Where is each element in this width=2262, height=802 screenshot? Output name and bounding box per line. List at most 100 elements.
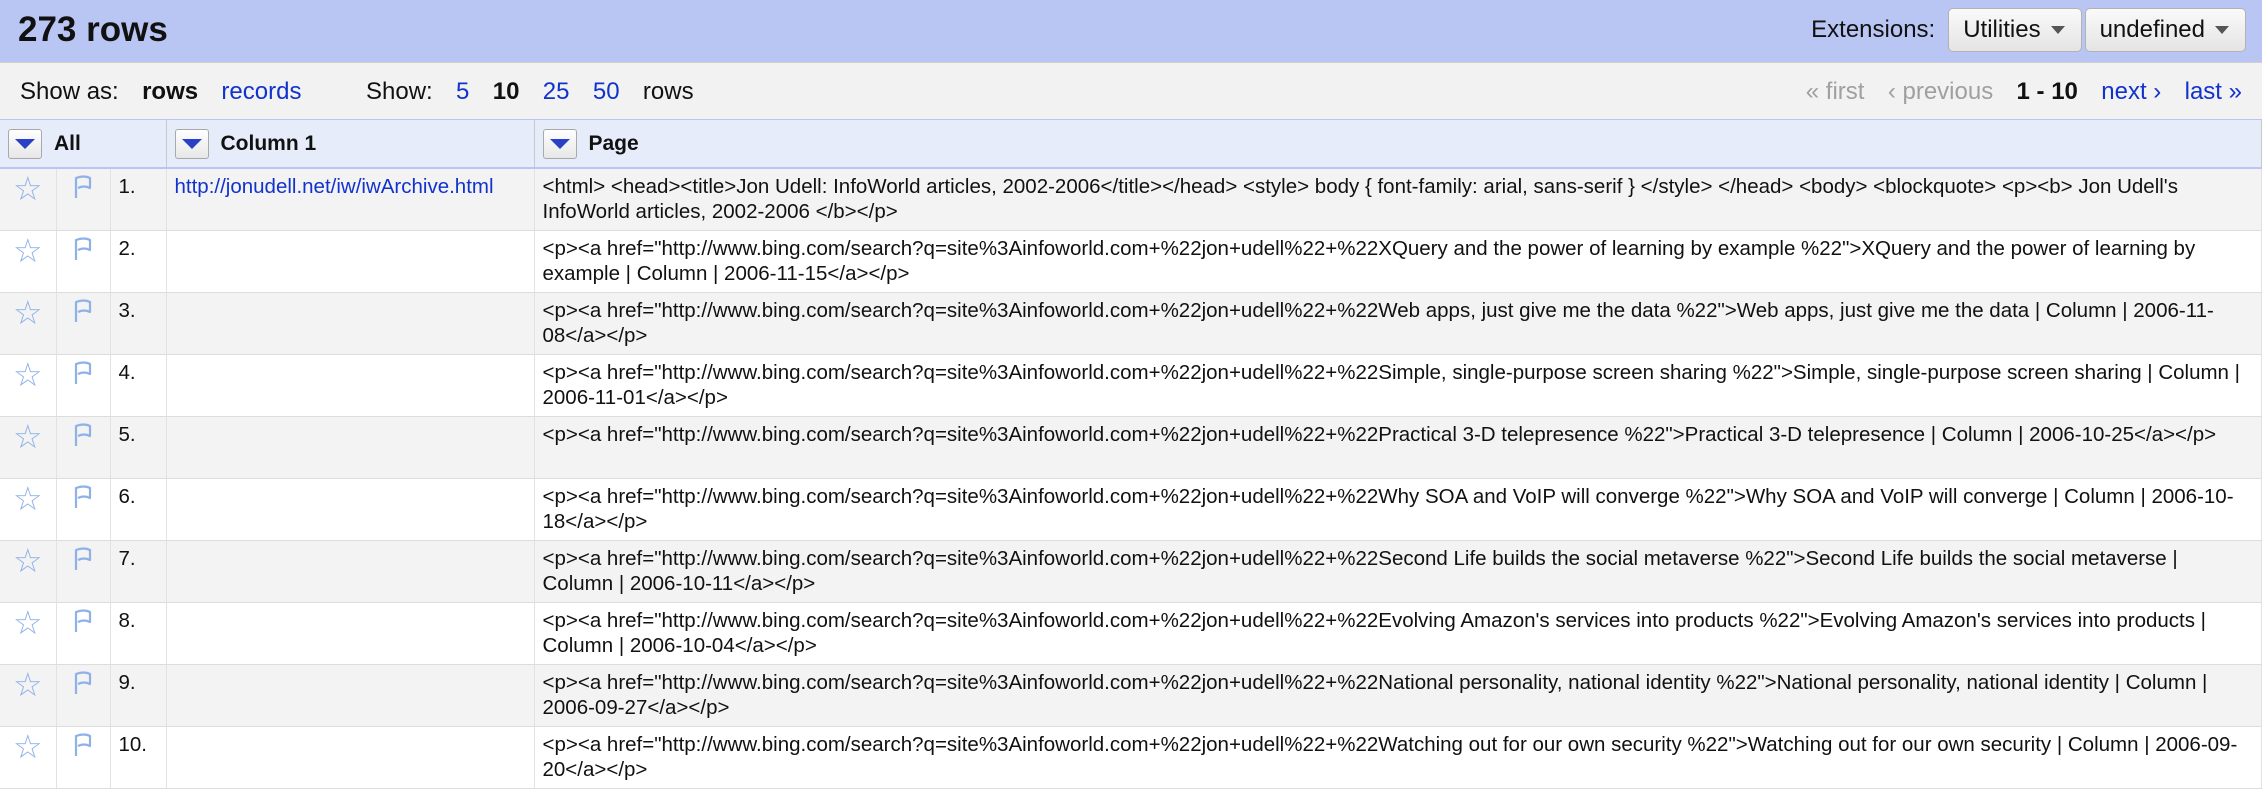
page-size-10-option[interactable]: 10	[493, 78, 520, 105]
column-1-cell[interactable]: http://jonudell.net/iw/iwArchive.html	[166, 168, 535, 231]
flag-cell[interactable]	[56, 726, 111, 789]
star-cell[interactable]: ☆	[0, 168, 57, 231]
column-1-menu-button[interactable]	[174, 128, 209, 159]
table-row: ☆ 2. <p><a href="http://www.bing.com/searc…	[0, 230, 2262, 293]
column-1-cell[interactable]	[166, 354, 535, 417]
star-icon[interactable]: ☆	[13, 170, 43, 207]
star-cell[interactable]: ☆	[0, 602, 57, 665]
page-cell[interactable]: <p><a href="http://www.bing.com/search?q…	[534, 540, 2262, 603]
show-label: Show:	[366, 78, 433, 105]
page-cell[interactable]: <p><a href="http://www.bing.com/search?q…	[534, 292, 2262, 355]
star-icon[interactable]: ☆	[13, 728, 43, 765]
previous-page-link[interactable]: ‹ previous	[1888, 78, 1993, 105]
undefined-menu-button[interactable]: undefined	[2084, 8, 2246, 52]
star-icon[interactable]: ☆	[13, 666, 43, 703]
row-index-label: 3.	[118, 298, 136, 322]
all-column-menu-button[interactable]	[8, 128, 42, 159]
page-cell[interactable]: <p><a href="http://www.bing.com/search?q…	[534, 478, 2262, 541]
table-row: ☆ 3. <p><a href="http://www.bing.com/searc…	[0, 292, 2262, 355]
next-page-link[interactable]: next ›	[2101, 78, 2161, 105]
star-icon[interactable]: ☆	[13, 356, 43, 393]
column-1-cell[interactable]	[166, 230, 535, 293]
pagination: « first ‹ previous 1 - 10 next › last »	[1806, 78, 2242, 106]
table-body: ☆ 1. http://jonudell.net/iw/iwArchive.html…	[0, 168, 2262, 789]
page-value: <html> <head><title>Jon Udell: InfoWorld…	[542, 175, 2178, 223]
chevron-down-icon	[549, 138, 570, 149]
flag-icon[interactable]	[70, 484, 96, 515]
row-index: 7.	[110, 540, 167, 603]
page-cell[interactable]: <p><a href="http://www.bing.com/search?q…	[534, 602, 2262, 665]
star-cell[interactable]: ☆	[0, 292, 57, 355]
row-index: 8.	[110, 602, 167, 665]
flag-cell[interactable]	[56, 416, 111, 479]
page-column-menu-button[interactable]	[542, 128, 577, 159]
flag-icon[interactable]	[70, 175, 96, 205]
page-value: <p><a href="http://www.bing.com/search?q…	[542, 670, 2208, 719]
column-1-cell[interactable]	[166, 664, 535, 727]
page-column-header: Page	[534, 120, 2262, 169]
flag-icon[interactable]	[70, 236, 96, 267]
records-mode-link[interactable]: records	[221, 78, 301, 105]
column-1-cell[interactable]	[166, 726, 535, 789]
page-size-50-link[interactable]: 50	[593, 78, 620, 105]
star-icon[interactable]: ☆	[13, 604, 43, 641]
flag-cell[interactable]	[56, 292, 111, 355]
flag-icon[interactable]	[70, 732, 96, 763]
star-icon[interactable]: ☆	[13, 480, 43, 517]
row-index-label: 1.	[118, 175, 136, 198]
page-cell[interactable]: <p><a href="http://www.bing.com/search?q…	[534, 354, 2262, 417]
column-1-cell[interactable]	[166, 478, 535, 541]
star-cell[interactable]: ☆	[0, 478, 57, 541]
star-cell[interactable]: ☆	[0, 540, 57, 603]
star-cell[interactable]: ☆	[0, 664, 57, 727]
chevron-down-icon	[15, 138, 35, 149]
flag-icon[interactable]	[70, 422, 96, 453]
flag-cell[interactable]	[56, 540, 111, 603]
flag-cell[interactable]	[56, 230, 111, 293]
page-cell[interactable]: <p><a href="http://www.bing.com/search?q…	[534, 664, 2262, 727]
column-1-value[interactable]: http://jonudell.net/iw/iwArchive.html	[175, 175, 494, 198]
last-page-link[interactable]: last »	[2185, 78, 2242, 105]
star-cell[interactable]: ☆	[0, 416, 57, 479]
row-index-label: 2.	[118, 236, 136, 260]
flag-cell[interactable]	[56, 664, 111, 727]
rows-mode-option[interactable]: rows	[142, 78, 198, 105]
star-cell[interactable]: ☆	[0, 726, 57, 789]
row-index: 10.	[110, 726, 167, 789]
flag-icon[interactable]	[70, 670, 96, 701]
flag-cell[interactable]	[56, 354, 111, 417]
flag-cell[interactable]	[56, 602, 111, 665]
utilities-menu-button[interactable]: Utilities	[1948, 8, 2082, 52]
column-1-cell[interactable]	[166, 540, 535, 603]
page-value: <p><a href="http://www.bing.com/search?q…	[542, 422, 2217, 446]
star-icon[interactable]: ☆	[13, 232, 43, 269]
flag-icon[interactable]	[70, 360, 96, 391]
column-1-cell[interactable]	[166, 416, 535, 479]
table-row: ☆ 9. <p><a href="http://www.bing.com/searc…	[0, 664, 2262, 727]
star-cell[interactable]: ☆	[0, 354, 57, 417]
page-size-25-link[interactable]: 25	[543, 78, 570, 105]
star-icon[interactable]: ☆	[13, 418, 43, 455]
flag-cell[interactable]	[56, 478, 111, 541]
star-icon[interactable]: ☆	[13, 542, 43, 579]
flag-cell[interactable]	[56, 168, 111, 231]
first-page-link[interactable]: « first	[1806, 78, 1865, 105]
table-row: ☆ 1. http://jonudell.net/iw/iwArchive.html…	[0, 168, 2262, 231]
show-as-group: Show as: rows records	[20, 78, 301, 106]
flag-icon[interactable]	[70, 298, 96, 329]
page-cell[interactable]: <p><a href="http://www.bing.com/search?q…	[534, 230, 2262, 293]
star-icon[interactable]: ☆	[13, 294, 43, 331]
page-cell[interactable]: <p><a href="http://www.bing.com/search?q…	[534, 416, 2262, 479]
flag-icon[interactable]	[70, 546, 96, 577]
column-1-cell[interactable]	[166, 602, 535, 665]
row-index: 4.	[110, 354, 167, 417]
flag-icon[interactable]	[70, 608, 96, 639]
row-index-label: 7.	[118, 546, 136, 570]
chevron-down-icon	[181, 138, 202, 149]
column-1-cell[interactable]	[166, 292, 535, 355]
page-size-5-link[interactable]: 5	[456, 78, 469, 105]
page-value: <p><a href="http://www.bing.com/search?q…	[542, 236, 2196, 285]
page-cell[interactable]: <p><a href="http://www.bing.com/search?q…	[534, 726, 2262, 789]
page-cell[interactable]: <html> <head><title>Jon Udell: InfoWorld…	[534, 168, 2262, 231]
star-cell[interactable]: ☆	[0, 230, 57, 293]
